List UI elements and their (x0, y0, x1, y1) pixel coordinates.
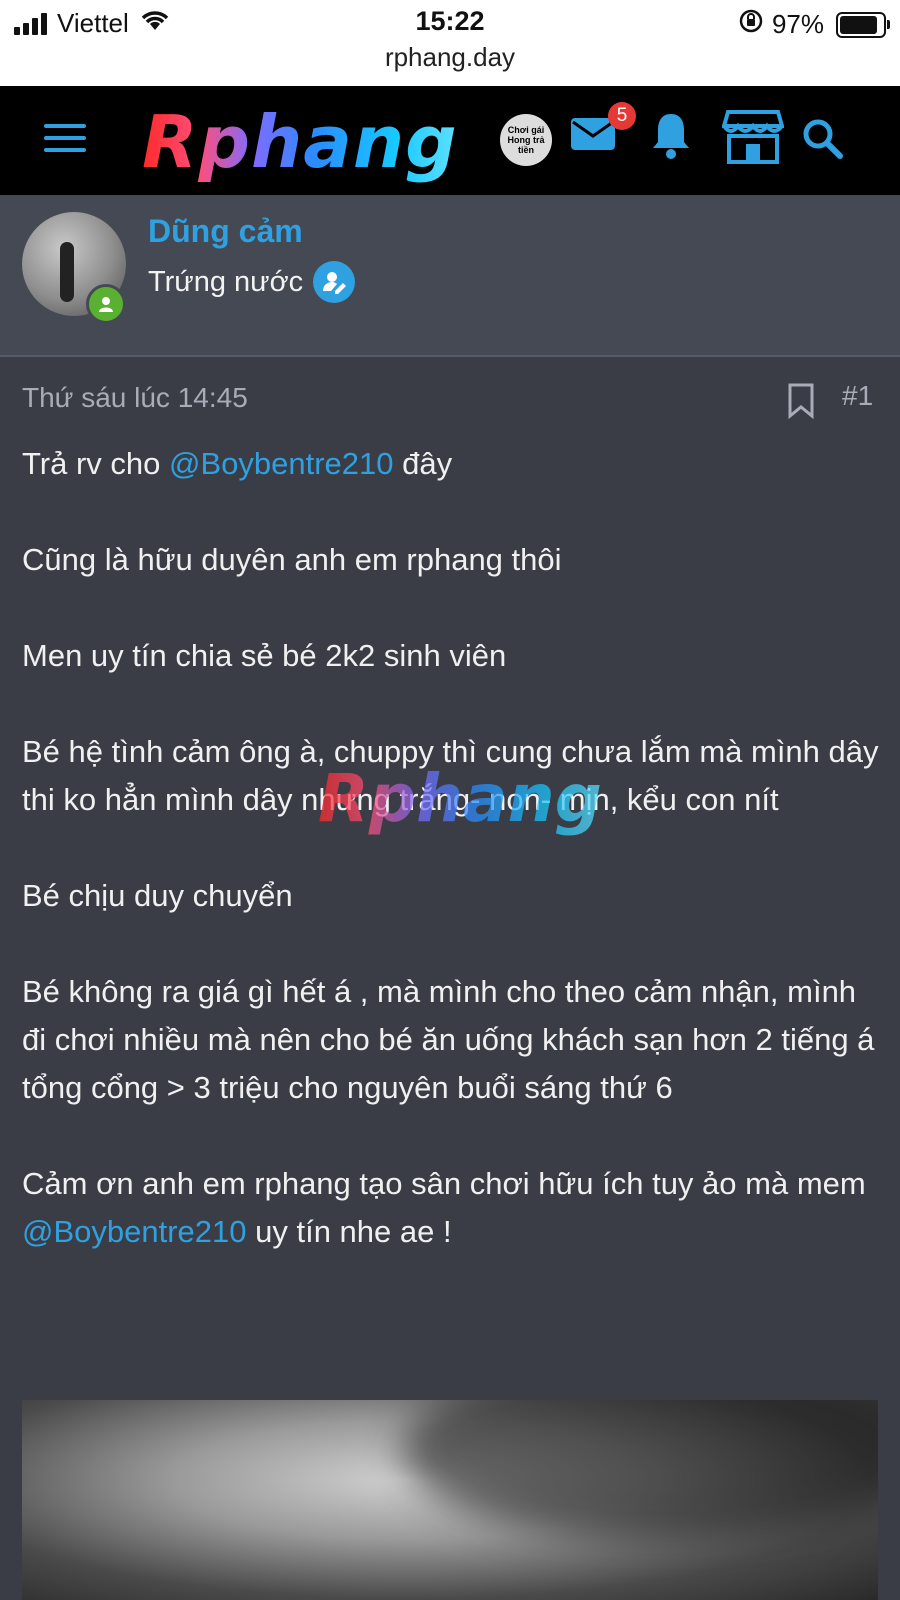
menu-icon[interactable] (44, 124, 86, 156)
post-timestamp[interactable]: Thứ sáu lúc 14:45 (22, 382, 248, 414)
text-segment: Trả rv cho (22, 446, 169, 481)
battery-icon (836, 11, 890, 38)
post-content: Trả rv cho @Boybentre210 đây Cũng là hữu… (22, 440, 882, 1304)
search-icon[interactable] (802, 118, 844, 165)
account-avatar[interactable]: Chơi gái Hong trả tiền (500, 114, 552, 166)
online-status-icon (86, 284, 126, 324)
post-image[interactable] (22, 1400, 878, 1600)
author-name[interactable]: Dũng cảm (148, 213, 303, 250)
battery-percent: 97% (771, 9, 824, 39)
status-bar: Viettel 15:22 rphang.day 97% (0, 0, 900, 86)
user-mention-link[interactable]: @Boybentre210 (22, 1214, 247, 1249)
mail-badge: 5 (608, 102, 636, 130)
bookmark-icon[interactable] (786, 383, 816, 424)
author-title: Trứng nước (148, 265, 304, 298)
post-paragraph: Cảm ơn anh em rphang tạo sân chơi hữu íc… (22, 1160, 882, 1256)
site-navbar: Rphang Chơi gái Hong trả tiền (0, 86, 900, 195)
text-segment: uy tín nhe ae ! (246, 1214, 452, 1249)
post-paragraph: Bé không ra giá gì hết á , mà mình cho t… (22, 974, 875, 1105)
status-right: 97% (738, 8, 890, 41)
post-paragraph: Bé chịu duy chuyển (22, 878, 293, 913)
orientation-lock-icon (738, 8, 764, 41)
address-bar-url[interactable]: rphang.day (0, 42, 900, 73)
post-paragraph: Men uy tín chia sẻ bé 2k2 sinh viên (22, 638, 507, 673)
text-segment: Cảm ơn anh em rphang tạo sân chơi hữu íc… (22, 1166, 866, 1201)
store-icon[interactable] (721, 108, 785, 171)
post-author-header: Dũng cảm Trứng nước (0, 195, 900, 357)
post-paragraph: Bé hệ tình cảm ông à, chuppy thì cung ch… (22, 734, 879, 817)
text-segment: đây (393, 446, 453, 481)
avatar-caption: Chơi gái Hong trả tiền (507, 125, 545, 155)
user-edit-icon (313, 261, 356, 303)
author-title-row: Trứng nước (148, 261, 356, 303)
post-paragraph: Cũng là hữu duyên anh em rphang thôi (22, 542, 562, 577)
site-logo[interactable]: Rphang (142, 100, 458, 184)
user-mention-link[interactable]: @Boybentre210 (169, 446, 394, 481)
post-number[interactable]: #1 (842, 380, 873, 412)
bell-icon[interactable] (650, 110, 692, 165)
post-paragraph: Trả rv cho @Boybentre210 đây (22, 440, 882, 488)
